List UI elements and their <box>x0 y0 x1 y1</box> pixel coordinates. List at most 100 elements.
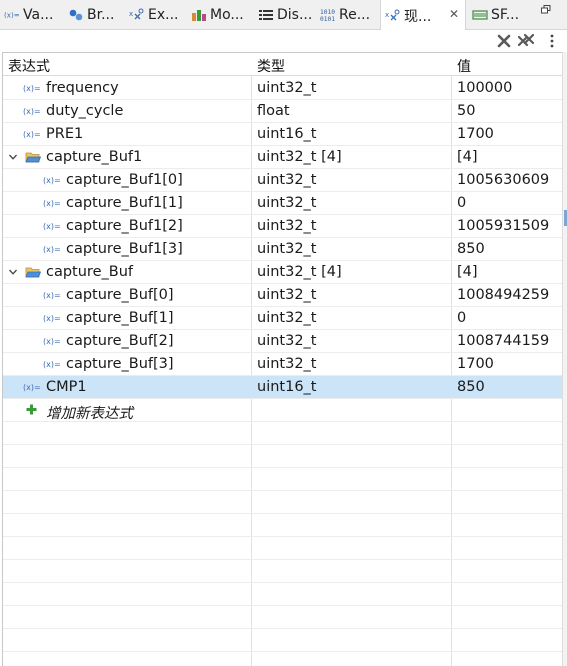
expression-name: capture_Buf <box>46 264 133 280</box>
expression-type: uint32_t <box>257 333 317 349</box>
table-row[interactable]: (x)= capture_Buf1[2] uint32_t 1005931509 <box>3 215 562 238</box>
svg-text:x: x <box>129 10 133 18</box>
column-header-expression[interactable]: 表达式 <box>8 56 50 76</box>
add-expression-label[interactable]: 增加新表达式 <box>46 402 133 423</box>
disassembly-icon <box>258 7 274 23</box>
table-row[interactable]: (x)= capture_Buf1[0] uint32_t 1005630609 <box>3 169 562 192</box>
tab-expressions[interactable]: x Ex... <box>129 0 178 30</box>
variable-icon: (x)= <box>43 243 62 255</box>
expression-name: capture_Buf1[3] <box>66 241 183 257</box>
tab-label: Ex... <box>148 7 179 23</box>
expression-name: duty_cycle <box>46 103 124 119</box>
tab-modules[interactable]: Mo... <box>191 0 244 30</box>
tab-label: Va... <box>23 7 54 23</box>
expression-value[interactable]: 850 <box>457 241 485 257</box>
column-header-type[interactable]: 类型 <box>257 56 285 76</box>
table-row-selected[interactable]: (x)= CMP1 uint16_t 850 <box>3 376 562 399</box>
table-row[interactable]: (x)= capture_Buf1[3] uint32_t 850 <box>3 238 562 261</box>
variable-icon: (x)= <box>23 128 42 140</box>
expression-type: uint32_t <box>257 80 317 96</box>
tab-label: Mo... <box>210 7 244 23</box>
variable-icon: (x)= <box>23 82 42 94</box>
expression-type: uint32_t <box>257 241 317 257</box>
expression-name: PRE1 <box>46 126 84 142</box>
expression-type: uint32_t <box>257 310 317 326</box>
column-header-value[interactable]: 值 <box>457 56 471 76</box>
expression-value[interactable]: 100000 <box>457 80 512 96</box>
svg-text:(x)=: (x)= <box>23 84 41 93</box>
breakpoints-icon <box>68 7 84 23</box>
table-row[interactable]: (x)= capture_Buf[1] uint32_t 0 <box>3 307 562 330</box>
view-toolbar <box>0 30 567 52</box>
table-row[interactable]: (x)= PRE1 uint16_t 1700 <box>3 123 562 146</box>
expression-value[interactable]: 1005931509 <box>457 218 549 234</box>
view-tab-bar: (x)= Va... Br... x Ex... Mo... Dis... 10… <box>0 0 567 31</box>
svg-text:(x)=: (x)= <box>43 222 61 231</box>
table-row[interactable]: (x)= duty_cycle float 50 <box>3 100 562 123</box>
expression-name: capture_Buf1[0] <box>66 172 183 188</box>
table-row[interactable]: (x)= capture_Buf1[1] uint32_t 0 <box>3 192 562 215</box>
restore-view-icon[interactable] <box>541 5 551 15</box>
expression-value[interactable]: 50 <box>457 103 475 119</box>
expression-name: capture_Buf1 <box>46 149 143 165</box>
table-row[interactable]: (x)= capture_Buf[0] uint32_t 1008494259 <box>3 284 562 307</box>
tab-label: Dis... <box>277 7 313 23</box>
tab-label: Br... <box>87 7 115 23</box>
expression-type: uint32_t <box>257 218 317 234</box>
svg-text:1010: 1010 <box>320 9 335 16</box>
svg-text:(x)=: (x)= <box>43 314 61 323</box>
svg-text:(x)=: (x)= <box>43 360 61 369</box>
view-menu-icon[interactable] <box>544 33 560 49</box>
svg-text:0101: 0101 <box>320 16 335 23</box>
sfr-icon <box>472 7 488 23</box>
modules-icon <box>191 7 207 23</box>
tab-breakpoints[interactable]: Br... <box>68 0 114 30</box>
svg-text:(x)=: (x)= <box>23 130 41 139</box>
tab-disassembly[interactable]: Dis... <box>258 0 312 30</box>
expression-type: uint32_t <box>257 195 317 211</box>
variable-icon: (x)= <box>23 381 42 393</box>
svg-text:(x)=: (x)= <box>43 291 61 300</box>
table-row[interactable]: (x)= capture_Buf[2] uint32_t 1008744159 <box>3 330 562 353</box>
registers-icon: 1010 0101 <box>320 7 336 23</box>
expression-value[interactable]: 850 <box>457 379 485 395</box>
expression-value[interactable]: 0 <box>457 310 466 326</box>
tab-variables[interactable]: (x)= Va... <box>4 0 53 30</box>
expression-value[interactable]: 1008494259 <box>457 287 549 303</box>
expression-value[interactable]: 1008744159 <box>457 333 549 349</box>
add-expression-row[interactable]: 增加新表达式 <box>3 399 562 422</box>
table-row[interactable]: capture_Buf uint32_t [4] [4] <box>3 261 562 284</box>
table-row[interactable]: capture_Buf1 uint32_t [4] [4] <box>3 146 562 169</box>
expression-value[interactable]: [4] <box>457 264 478 280</box>
variables-icon: (x)= <box>4 7 20 23</box>
chevron-down-icon[interactable] <box>8 267 18 277</box>
expression-value[interactable]: 1700 <box>457 356 494 372</box>
expression-value[interactable]: 0 <box>457 195 466 211</box>
tab-label: Re... <box>339 7 371 23</box>
empty-row <box>3 445 562 468</box>
empty-row <box>3 606 562 629</box>
expression-value[interactable]: [4] <box>457 149 478 165</box>
empty-row <box>3 468 562 491</box>
chevron-down-icon[interactable] <box>8 152 18 162</box>
tab-label: SF... <box>491 7 520 23</box>
expression-name: capture_Buf[3] <box>66 356 174 372</box>
tab-sfrs[interactable]: SF... <box>472 0 519 30</box>
svg-text:(x)=: (x)= <box>43 337 61 346</box>
expression-value[interactable]: 1700 <box>457 126 494 142</box>
close-icon[interactable]: ✕ <box>448 8 460 20</box>
remove-expression-icon[interactable] <box>496 33 512 49</box>
empty-row <box>3 537 562 560</box>
expression-type: uint32_t <box>257 287 317 303</box>
table-row[interactable]: (x)= frequency uint32_t 100000 <box>3 77 562 100</box>
tab-registers[interactable]: 1010 0101 Re... <box>320 0 370 30</box>
svg-text:(x)=: (x)= <box>43 176 61 185</box>
empty-row <box>3 491 562 514</box>
table-row[interactable]: (x)= capture_Buf[3] uint32_t 1700 <box>3 353 562 376</box>
folder-open-icon <box>25 151 41 163</box>
empty-row <box>3 514 562 537</box>
variable-icon: (x)= <box>43 289 62 301</box>
remove-all-expressions-icon[interactable] <box>518 33 534 49</box>
expression-value[interactable]: 1005630609 <box>457 172 549 188</box>
expression-type: uint32_t [4] <box>257 149 342 165</box>
